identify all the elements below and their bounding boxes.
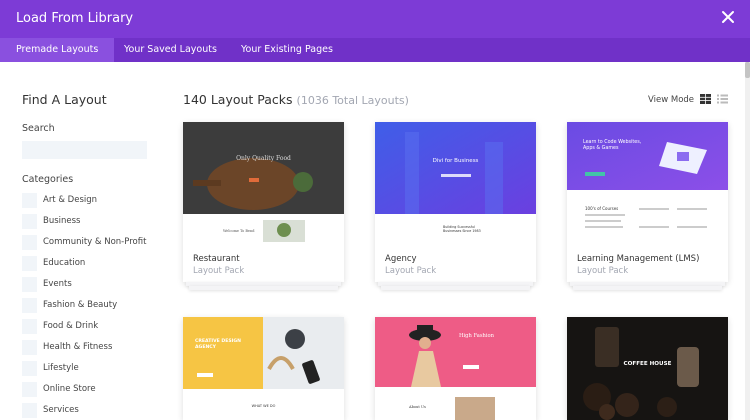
category-label: Events: [43, 279, 72, 289]
category-label: Online Store: [43, 384, 96, 394]
layout-pack-type: Layout Pack: [385, 266, 437, 276]
thumbnail-headline: Learn to Code Websites, Apps & Games: [583, 140, 642, 151]
category-food-drink[interactable]: Food & Drink: [22, 318, 98, 334]
layout-card-agency[interactable]: Divi for Business Building Successful Bu…: [375, 122, 536, 290]
scrollbar[interactable]: [745, 62, 750, 420]
search-label: Search: [22, 123, 55, 134]
category-services[interactable]: Services: [22, 402, 79, 418]
total-layouts-count: (1036 Total Layouts): [296, 94, 409, 107]
layout-card-lms[interactable]: Learn to Code Websites, Apps & Games 100…: [567, 122, 728, 290]
category-online-store[interactable]: Online Store: [22, 381, 96, 397]
thumbnail-image: [183, 122, 344, 244]
card-stack-shadow: [189, 286, 338, 290]
thumbnail-headline: CREATIVE DESIGN AGENCY: [195, 339, 241, 350]
layout-thumbnail: Only Quality Food Welcome To Bend: [183, 122, 344, 244]
category-checkbox[interactable]: [22, 276, 37, 292]
category-events[interactable]: Events: [22, 276, 72, 292]
thumbnail-image: [567, 317, 728, 420]
scrollbar-thumb[interactable]: [745, 62, 750, 78]
layout-card-design-agency[interactable]: CREATIVE DESIGN AGENCY WHAT WE DO: [183, 317, 344, 420]
layout-pack-name: Agency: [385, 254, 417, 264]
thumbnail-headline: Only Quality Food: [236, 155, 291, 162]
tab-premade-layouts[interactable]: Premade Layouts: [0, 38, 115, 62]
layout-thumbnail: Learn to Code Websites, Apps & Games 100…: [567, 122, 728, 244]
thumbnail-subheading: WHAT WE DO: [251, 404, 276, 408]
category-label: Food & Drink: [43, 321, 99, 331]
category-label: Business: [43, 216, 81, 226]
layout-thumbnail: COFFEE HOUSE: [567, 317, 728, 420]
category-lifestyle[interactable]: Lifestyle: [22, 360, 79, 376]
category-checkbox[interactable]: [22, 192, 37, 208]
search-input[interactable]: [22, 141, 147, 159]
category-art-design[interactable]: Art & Design: [22, 192, 97, 208]
thumbnail-headline: Divi for Business: [432, 158, 479, 164]
category-fashion-beauty[interactable]: Fashion & Beauty: [22, 297, 117, 313]
layout-card-high-fashion[interactable]: High Fashion About Us: [375, 317, 536, 420]
category-label: Community & Non-Profit: [43, 237, 147, 247]
category-label: Art & Design: [43, 195, 98, 205]
modal-title: Load From Library: [16, 11, 134, 26]
category-label: Services: [43, 405, 79, 415]
layout-thumbnail: High Fashion About Us: [375, 317, 536, 420]
category-label: Lifestyle: [43, 363, 79, 373]
category-label: Fashion & Beauty: [43, 300, 118, 310]
card-stack-shadow: [381, 286, 530, 290]
thumbnail-headline: High Fashion: [459, 333, 494, 339]
thumbnail-subheading: 100's of Courses: [585, 206, 619, 211]
category-checkbox[interactable]: [22, 297, 37, 313]
layout-card-coffee-house[interactable]: COFFEE HOUSE: [567, 317, 728, 420]
tab-existing-pages[interactable]: Your Existing Pages: [225, 38, 349, 62]
category-education[interactable]: Education: [22, 255, 85, 271]
view-mode-label: View Mode: [648, 95, 695, 105]
thumbnail-image: [375, 317, 536, 420]
layout-thumbnail: Divi for Business Building Successful Bu…: [375, 122, 536, 244]
category-label: Health & Fitness: [43, 342, 113, 352]
layout-pack-name: Restaurant: [193, 254, 240, 264]
list-view-icon[interactable]: [717, 94, 728, 104]
grid-view-icon[interactable]: [700, 94, 711, 104]
category-checkbox[interactable]: [22, 255, 37, 271]
layout-count-heading: 140 Layout Packs (1036 Total Layouts): [183, 92, 409, 107]
category-business[interactable]: Business: [22, 213, 80, 229]
category-checkbox[interactable]: [22, 234, 37, 250]
categories-label: Categories: [22, 174, 74, 185]
thumbnail-subheading: Building Successful Businesses Since 198…: [443, 225, 481, 234]
layout-card-restaurant[interactable]: Only Quality Food Welcome To Bend Restau…: [183, 122, 344, 290]
layout-pack-type: Layout Pack: [577, 266, 629, 276]
thumbnail-headline: COFFEE HOUSE: [623, 361, 672, 367]
layout-pack-name: Learning Management (LMS): [577, 254, 700, 264]
thumbnail-subheading: Welcome To Bend: [223, 229, 255, 233]
card-stack-shadow: [573, 286, 722, 290]
modal-header: Load From Library: [0, 0, 750, 38]
category-community-non-profit[interactable]: Community & Non-Profit: [22, 234, 146, 250]
category-checkbox[interactable]: [22, 360, 37, 376]
tab-bar: Premade Layouts Your Saved Layouts Your …: [0, 38, 750, 62]
thumbnail-subheading: About Us: [409, 405, 426, 409]
category-checkbox[interactable]: [22, 318, 37, 334]
layout-pack-type: Layout Pack: [193, 266, 245, 276]
category-checkbox[interactable]: [22, 339, 37, 355]
layout-packs-count: 140 Layout Packs: [183, 92, 293, 107]
category-checkbox[interactable]: [22, 402, 37, 418]
category-checkbox[interactable]: [22, 213, 37, 229]
tab-saved-layouts[interactable]: Your Saved Layouts: [108, 38, 233, 62]
category-checkbox[interactable]: [22, 381, 37, 397]
category-label: Education: [43, 258, 86, 268]
close-icon[interactable]: [721, 10, 735, 24]
sidebar-title: Find A Layout: [22, 92, 107, 107]
category-health-fitness[interactable]: Health & Fitness: [22, 339, 112, 355]
layout-thumbnail: CREATIVE DESIGN AGENCY WHAT WE DO: [183, 317, 344, 420]
